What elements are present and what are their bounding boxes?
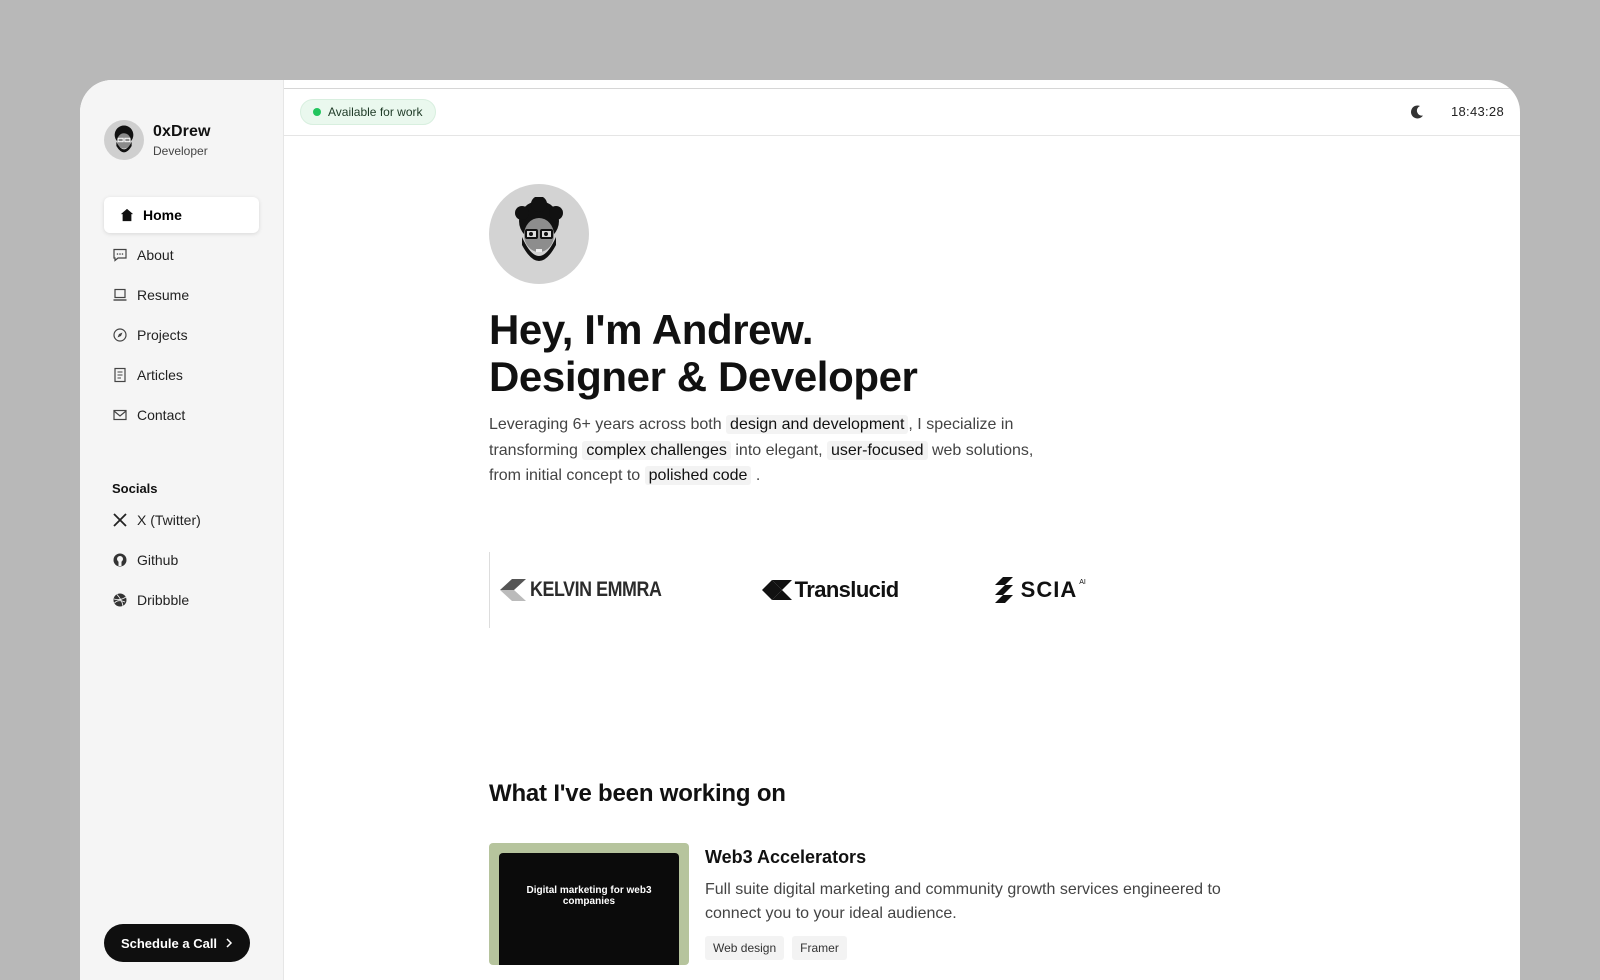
home-icon (120, 208, 134, 222)
nav-item-about[interactable]: About (104, 237, 259, 273)
avatar-illustration (515, 197, 563, 261)
social-dribbble[interactable]: Dribbble (104, 582, 259, 618)
nav-label-about: About (137, 247, 174, 263)
intro-text-1: Leveraging 6+ years across both (489, 416, 722, 433)
intro-highlight-2: complex challenges (582, 440, 731, 460)
hero-line-1: Hey, I'm Andrew. (489, 306, 814, 353)
topbar-divider (284, 88, 1520, 89)
profile[interactable]: 0xDrew Developer (104, 120, 259, 160)
clock: 18:43:28 (1450, 104, 1504, 119)
logo-scia-sup: AI (1079, 578, 1086, 586)
availability-badge: Available for work (300, 98, 436, 125)
hero-heading: Hey, I'm Andrew. Designer & Developer (489, 306, 1249, 400)
logo-kelvin-emmra: KELVIN EMMRA (500, 578, 685, 602)
project-card[interactable]: Digital marketing for web3 companies Web… (489, 843, 1245, 965)
intro-highlight-4: polished code (644, 466, 752, 485)
main-content: Available for work 18:43:28 Hey, I'm And… (284, 80, 1520, 980)
logo-translucid-text: Translucid (794, 576, 900, 602)
chat-icon (113, 248, 127, 262)
app-window: 0xDrew Developer Home About Resume Proje… (80, 80, 1520, 980)
client-logos: KELVIN EMMRA Translucid SCIA AI (489, 551, 1109, 628)
profile-name: 0xDrew (153, 122, 211, 140)
dribbble-icon (113, 593, 127, 607)
profile-role: Developer (153, 143, 208, 158)
chevron-right-icon (226, 938, 233, 948)
sidebar: 0xDrew Developer Home About Resume Proje… (80, 80, 284, 980)
socials-list: X (Twitter) Github Dribbble (104, 502, 259, 618)
hero-avatar (489, 184, 589, 284)
intro-text-3: into elegant, (735, 441, 823, 459)
hero-line-2: Designer & Developer (489, 353, 918, 400)
nav-label-contact: Contact (137, 407, 186, 423)
thumbnail-title: Digital marketing for web3 companies (526, 885, 652, 907)
kelvin-emmra-mark (500, 578, 526, 601)
status-dot (313, 107, 321, 116)
social-label-x: X (Twitter) (137, 512, 201, 528)
thumbnail-screen: Digital marketing for web3 companies (499, 853, 679, 965)
work-section-title: What I've been working on (489, 780, 786, 807)
nav-item-projects[interactable]: Projects (104, 317, 259, 353)
tag-framer: Framer (792, 936, 847, 960)
nav-label-resume: Resume (137, 287, 190, 303)
social-x[interactable]: X (Twitter) (104, 502, 259, 538)
mail-icon (113, 409, 127, 421)
intro-highlight-3: user-focused (827, 440, 928, 460)
avatar-illustration (114, 125, 134, 153)
nav-label-projects: Projects (137, 327, 188, 343)
nav-label-home: Home (143, 207, 182, 223)
nav-item-articles[interactable]: Articles (104, 357, 259, 393)
hero-intro: Leveraging 6+ years across both design a… (489, 412, 1049, 489)
hero: Hey, I'm Andrew. Designer & Developer Le… (489, 184, 1249, 628)
compass-icon (113, 328, 127, 342)
laptop-icon (113, 288, 127, 301)
document-icon (114, 367, 126, 383)
socials-heading: Socials (112, 481, 158, 496)
main-nav: Home About Resume Projects Articles Cont… (104, 197, 259, 433)
project-thumbnail[interactable]: Digital marketing for web3 companies (489, 843, 689, 965)
nav-item-contact[interactable]: Contact (104, 397, 259, 433)
nav-label-articles: Articles (137, 367, 183, 383)
scia-mark (994, 576, 1013, 603)
moon-icon[interactable] (1409, 104, 1425, 120)
project-tags: Web design Framer (705, 936, 1245, 960)
logo-translucid: Translucid (761, 577, 899, 603)
schedule-call-button[interactable]: Schedule a Call (104, 924, 250, 962)
x-icon (113, 513, 127, 527)
logo-kelvin-emmra-text: KELVIN EMMRA (530, 577, 662, 601)
intro-text-5: . (755, 467, 761, 484)
availability-label: Available for work (328, 104, 423, 119)
github-icon (113, 553, 127, 567)
social-label-dribbble: Dribbble (137, 592, 190, 608)
project-description: Full suite digital marketing and communi… (705, 881, 1221, 922)
avatar (104, 120, 144, 160)
nav-item-home[interactable]: Home (104, 197, 259, 233)
schedule-call-label: Schedule a Call (120, 935, 218, 951)
topbar: Available for work 18:43:28 (284, 88, 1520, 136)
translucid-mark (761, 579, 792, 600)
tag-web-design: Web design (705, 936, 785, 960)
social-label-github: Github (137, 552, 179, 568)
logo-scia-text: SCIA (1020, 576, 1078, 602)
intro-highlight-1: design and development (726, 415, 909, 434)
logo-scia: SCIA AI (993, 576, 1086, 603)
project-title[interactable]: Web3 Accelerators (705, 847, 1245, 868)
social-github[interactable]: Github (104, 542, 259, 578)
nav-item-resume[interactable]: Resume (104, 277, 259, 313)
